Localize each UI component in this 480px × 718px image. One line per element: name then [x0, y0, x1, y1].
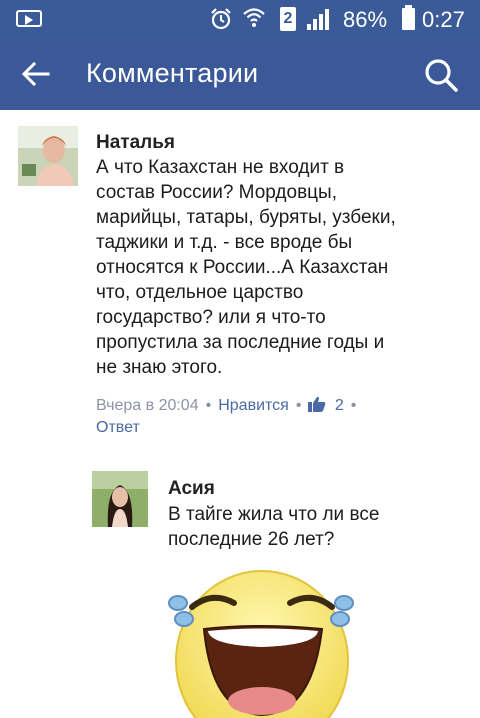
app-bar: Комментарии: [0, 38, 480, 110]
screen-cast-icon: [16, 10, 42, 27]
comment-text: В тайге жила что ли все последние 26 лет…: [168, 504, 380, 550]
battery-icon: [402, 5, 415, 30]
thumbs-up-icon: [308, 396, 326, 412]
laughing-tears-emoji: [168, 570, 354, 718]
comment-timestamp: Вчера в 20:04: [96, 397, 199, 414]
wifi-icon: [243, 8, 265, 27]
avatar[interactable]: [18, 126, 78, 186]
page-title: Комментарии: [86, 58, 259, 88]
clock-time: 0:27: [422, 7, 465, 32]
avatar[interactable]: [92, 471, 148, 527]
signal-strength-icon: [307, 9, 329, 30]
reply-button[interactable]: Ответ: [96, 419, 140, 436]
comment-author[interactable]: Асия: [168, 478, 215, 500]
comment-author[interactable]: Наталья: [96, 132, 175, 154]
search-icon[interactable]: [422, 56, 460, 94]
comment-text: А что Казахстан не входит в состав Росси…: [96, 157, 396, 378]
alarm-clock-icon: [211, 8, 231, 30]
battery-percent: 86%: [343, 7, 388, 32]
sim-slot-badge: 2: [280, 7, 296, 31]
arrow-left-icon[interactable]: [18, 56, 54, 92]
comment-meta: Вчера в 20:04 • Нравится • 2 • Ответ: [96, 396, 357, 436]
like-count: 2: [334, 397, 344, 414]
like-button[interactable]: Нравится: [218, 397, 289, 414]
status-bar: 2 86% 0:27: [0, 0, 480, 38]
